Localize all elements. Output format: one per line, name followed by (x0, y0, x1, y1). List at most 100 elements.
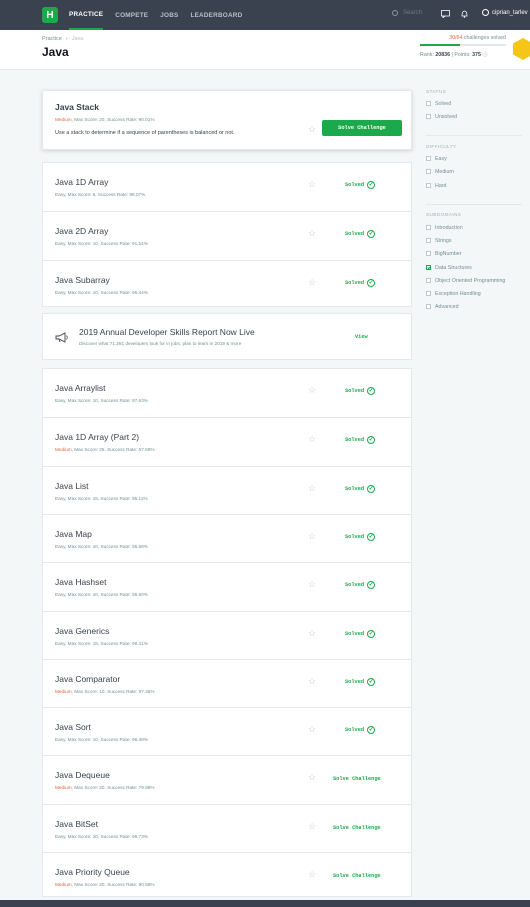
checkbox[interactable] (426, 169, 431, 175)
challenge-title[interactable]: Java Subarray (55, 275, 110, 285)
breadcrumb-practice[interactable]: Practice (42, 36, 62, 42)
challenge-title[interactable]: Java Generics (55, 626, 109, 636)
star-icon[interactable]: ☆ (308, 628, 316, 639)
star-icon[interactable]: ☆ (308, 772, 316, 783)
star-icon[interactable]: ☆ (308, 724, 316, 735)
challenge-title[interactable]: Java Hashset (55, 577, 107, 587)
solved-status[interactable]: Solved ✓ (345, 677, 376, 686)
challenge-meta: Medium, Max Score: 20, Success Rate: 90.… (55, 117, 155, 122)
challenge-row[interactable]: Java Hashset Easy, Max Score: 10, Success… (43, 562, 411, 610)
solve-challenge-button[interactable]: Solve Challenge (333, 825, 381, 831)
checkbox[interactable] (426, 156, 431, 162)
challenge-title[interactable]: Java Map (55, 529, 92, 539)
checkbox[interactable] (426, 304, 431, 310)
filter-subdomain[interactable]: BigNumber (426, 251, 462, 257)
nav-jobs[interactable]: JOBS (160, 0, 178, 30)
messages-icon[interactable] (441, 10, 450, 18)
filter-medium[interactable]: Medium (426, 169, 454, 175)
star-icon[interactable]: ☆ (308, 676, 316, 687)
solved-status[interactable]: Solved ✓ (345, 726, 376, 735)
star-icon[interactable]: ☆ (308, 434, 316, 445)
challenge-row[interactable]: Java Generics Easy, Max Score: 15, Succes… (43, 610, 411, 659)
filter-subdomain[interactable]: Object Oriented Programming (426, 278, 505, 284)
solved-status[interactable]: Solved ✓ (345, 532, 376, 541)
challenge-title[interactable]: Java 1D Array (55, 177, 108, 187)
info-icon[interactable]: ⓘ (482, 52, 487, 58)
solved-status[interactable]: Solved ✓ (345, 581, 376, 590)
checkbox[interactable] (426, 225, 431, 231)
star-icon[interactable]: ☆ (308, 869, 316, 880)
challenge-row[interactable]: Java Comparator Medium, Max Score: 10, Su… (43, 658, 411, 707)
challenge-title[interactable]: Java BitSet (55, 819, 98, 829)
challenge-title[interactable]: Java Arraylist (55, 383, 106, 393)
divider (426, 204, 522, 205)
solved-status[interactable]: Solved ✓ (345, 278, 376, 287)
filter-subdomain[interactable]: Data Structures (426, 265, 472, 271)
solve-challenge-button[interactable]: Solve Challenge (322, 120, 402, 136)
solved-status[interactable]: Solved ✓ (345, 629, 376, 638)
solve-challenge-button[interactable]: Solve Challenge (333, 776, 381, 782)
search-input[interactable]: Search (392, 10, 422, 16)
solved-status[interactable]: Solved ✓ (345, 387, 376, 395)
challenge-title[interactable]: Java Dequeue (55, 770, 110, 780)
challenge-row[interactable]: Java Map Easy, Max Score: 10, Success Rat… (43, 513, 411, 562)
challenge-title[interactable]: Java Stack (55, 102, 99, 112)
solved-status[interactable]: Solved ✓ (345, 230, 376, 239)
nav-practice[interactable]: PRACTICE (69, 0, 104, 30)
filter-solved[interactable]: Solved (426, 101, 451, 107)
challenge-row[interactable]: Java List Easy, Max Score: 15, Success Ra… (43, 465, 411, 514)
star-icon[interactable]: ☆ (308, 385, 316, 396)
star-icon[interactable]: ☆ (308, 531, 316, 542)
challenge-row[interactable]: Java BitSet Easy, Max Score: 20, Success … (43, 803, 411, 852)
filter-subdomain[interactable]: Exception Handling (426, 291, 481, 297)
checkbox[interactable] (426, 238, 431, 244)
challenge-row[interactable]: Java Priority Queue Medium, Max Score: 20… (43, 852, 411, 900)
challenge-row[interactable]: Java Subarray Easy, Max Score: 10, Succes… (43, 259, 411, 308)
checkbox[interactable] (426, 277, 431, 283)
star-icon[interactable]: ☆ (308, 277, 316, 288)
challenge-row[interactable]: Java 1D Array (Part 2) Medium, Max Score:… (43, 417, 411, 465)
challenge-title[interactable]: Java Sort (55, 722, 91, 732)
checkbox[interactable] (426, 101, 431, 107)
hackerrank-logo[interactable]: H (42, 7, 58, 23)
challenge-row[interactable]: Java Sort Easy, Max Score: 10, Success Ra… (43, 707, 411, 755)
view-button[interactable]: View (355, 334, 368, 340)
challenge-title[interactable]: Java 2D Array (55, 226, 108, 236)
star-icon[interactable]: ☆ (308, 228, 316, 239)
challenge-row[interactable]: Java 2D Array Easy, Max Score: 10, Succes… (43, 211, 411, 259)
checkbox[interactable] (426, 183, 431, 189)
challenge-title[interactable]: Java List (55, 481, 89, 491)
challenge-title[interactable]: Java Priority Queue (55, 867, 130, 877)
user-menu[interactable]: ciprian_tarlev (482, 9, 528, 16)
checkbox[interactable] (426, 251, 431, 257)
filter-subdomain[interactable]: Strings (426, 238, 452, 244)
challenge-title[interactable]: Java Comparator (55, 674, 120, 684)
challenge-title[interactable]: Java 1D Array (Part 2) (55, 432, 139, 442)
filter-subdomain[interactable]: Introduction (426, 225, 463, 231)
filter-hard[interactable]: Hard (426, 183, 446, 189)
checkbox[interactable] (426, 264, 431, 270)
bell-icon[interactable] (460, 10, 469, 18)
nav-compete[interactable]: COMPETE (115, 0, 148, 30)
solve-challenge-button[interactable]: Solve Challenge (333, 873, 381, 879)
featured-challenge-card[interactable]: Java Stack Medium, Max Score: 20, Succes… (42, 90, 412, 150)
checkbox[interactable] (426, 114, 431, 120)
filter-unsolved[interactable]: Unsolved (426, 114, 457, 120)
star-icon[interactable]: ☆ (308, 124, 316, 135)
challenge-row[interactable]: Java 1D Array Easy, Max Score: 5, Success… (43, 163, 411, 211)
filter-easy[interactable]: Easy (426, 156, 447, 162)
star-icon[interactable]: ☆ (308, 483, 316, 494)
star-icon[interactable]: ☆ (308, 821, 316, 832)
star-icon[interactable]: ☆ (308, 579, 316, 590)
nav-leaderboard[interactable]: LEADERBOARD (190, 0, 242, 30)
solved-status[interactable]: Solved ✓ (345, 436, 376, 445)
challenge-row[interactable]: Java Dequeue Medium, Max Score: 20, Succe… (43, 755, 411, 803)
filter-subdomain[interactable]: Advanced (426, 304, 459, 310)
solved-status[interactable]: Solved ✓ (345, 181, 376, 189)
challenge-row[interactable]: Java Arraylist Easy, Max Score: 10, Succe… (43, 369, 411, 417)
checkbox[interactable] (426, 291, 431, 297)
promo-card[interactable]: 2019 Annual Developer Skills Report Now … (42, 313, 412, 360)
star-icon[interactable]: ☆ (308, 179, 316, 190)
filter-label: Hard (435, 183, 447, 189)
solved-status[interactable]: Solved ✓ (345, 484, 376, 493)
